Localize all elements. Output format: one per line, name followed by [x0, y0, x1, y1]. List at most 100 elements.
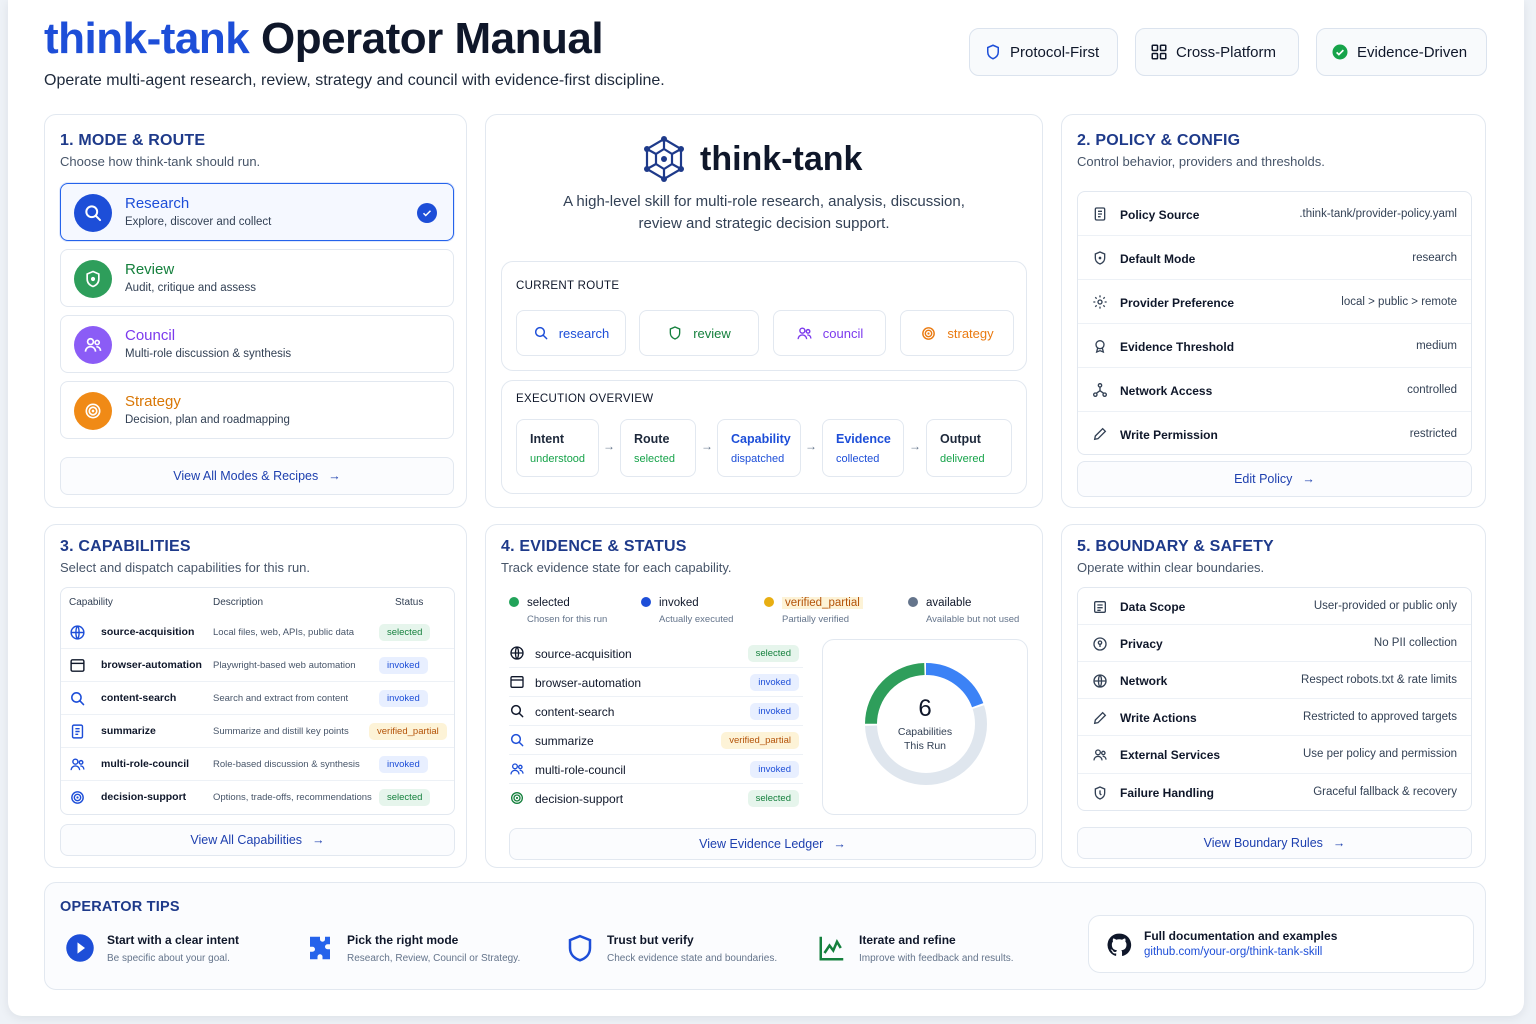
step-status: collected [836, 453, 880, 465]
boundary-row-failure-handling[interactable]: Failure Handling Graceful fallback & rec… [1078, 774, 1471, 812]
docs-link[interactable]: github.com/your-org/think-tank-skill [1144, 946, 1322, 958]
capabilities-donut-panel: 6 Capabilities This Run [822, 639, 1028, 815]
legend-sub: Available but not used [926, 614, 1020, 625]
policy-row-source[interactable]: Policy Source .think-tank/provider-polic… [1078, 192, 1471, 236]
mode-research[interactable]: Research Explore, discover and collect [60, 183, 454, 241]
tip-title: Start with a clear intent [107, 933, 240, 947]
pill-label: Cross-Platform [1176, 43, 1277, 61]
shield-icon [1094, 786, 1106, 800]
users-icon [797, 326, 812, 339]
list-item[interactable]: summarize verified_partial [509, 726, 803, 755]
table-row[interactable]: multi-role-council Role-based discussion… [61, 748, 454, 781]
tip-sub: Improve with feedback and results. [859, 953, 1014, 964]
table-row[interactable]: decision-support Options, trade-offs, re… [61, 781, 454, 814]
table-row[interactable]: summarize Summarize and distill key poin… [61, 715, 454, 748]
doc-icon [71, 724, 84, 739]
card-title: 4. EVIDENCE & STATUS [501, 538, 687, 555]
operator-tips-card: OPERATOR TIPS Start with a clear intent B… [44, 882, 1486, 990]
policy-row-default-mode[interactable]: Default Mode research [1078, 236, 1471, 280]
pill-protocol-first[interactable]: Protocol-First [969, 28, 1118, 76]
route-chip-review[interactable]: review [639, 310, 759, 356]
policy-label: Write Permission [1120, 428, 1218, 442]
table-row[interactable]: content-search Search and extract from c… [61, 682, 454, 715]
policy-row-provider[interactable]: Provider Preference local > public > rem… [1078, 280, 1471, 324]
grid-icon [1151, 44, 1167, 60]
step-status: selected [634, 453, 675, 465]
users-icon [70, 758, 85, 771]
tip-title: Pick the right mode [347, 933, 459, 947]
tip-sub: Be specific about your goal. [107, 953, 230, 964]
policy-row-write[interactable]: Write Permission restricted [1078, 412, 1471, 456]
policy-value: restricted [1409, 428, 1457, 440]
mode-name: Review [125, 261, 175, 278]
table-row[interactable]: browser-automation Playwright-based web … [61, 649, 454, 682]
globe-icon [70, 625, 85, 640]
route-chip-strategy[interactable]: strategy [900, 310, 1014, 356]
step-title: Route [634, 432, 670, 446]
docs-title: Full documentation and examples [1144, 929, 1338, 943]
privacy-icon [1093, 637, 1107, 651]
list-item[interactable]: browser-automation invoked [509, 668, 803, 697]
boundary-row-privacy[interactable]: Privacy No PII collection [1078, 625, 1471, 662]
view-all-modes-button[interactable]: View All Modes & Recipes → [60, 457, 454, 495]
list-item[interactable]: source-acquisition selected [509, 639, 803, 668]
evidence-name: content-search [535, 705, 615, 719]
view-all-capabilities-button[interactable]: View All Capabilities → [60, 824, 455, 856]
list-item[interactable]: content-search invoked [509, 697, 803, 726]
browser-icon [510, 676, 524, 688]
card-title: 5. BOUNDARY & SAFETY [1077, 538, 1274, 555]
capability-desc: Role-based discussion & synthesis [213, 759, 360, 770]
boundary-row-network[interactable]: Network Respect robots.txt & rate limits [1078, 662, 1471, 699]
pill-cross-platform[interactable]: Cross-Platform [1135, 28, 1299, 76]
edit-policy-button[interactable]: Edit Policy → [1077, 461, 1472, 497]
status-badge: verified_partial [369, 723, 447, 740]
policy-row-evidence-threshold[interactable]: Evidence Threshold medium [1078, 324, 1471, 368]
boundary-row-write-actions[interactable]: Write Actions Restricted to approved tar… [1078, 699, 1471, 736]
shield-icon [987, 44, 999, 60]
target-icon [511, 792, 523, 804]
pill-evidence-driven[interactable]: Evidence-Driven [1316, 28, 1487, 76]
route-chip-research[interactable]: research [516, 310, 626, 356]
arrow-right-icon: → [1332, 836, 1346, 850]
boundary-row-data-scope[interactable]: Data Scope User-provided or public only [1078, 588, 1471, 625]
tip-title: Trust but verify [607, 933, 694, 947]
step-intent: Intent understood [516, 419, 599, 477]
table-row[interactable]: source-acquisition Local files, web, API… [61, 616, 454, 649]
current-route-label: CURRENT ROUTE [516, 280, 620, 292]
users-icon [74, 326, 112, 364]
mode-strategy[interactable]: Strategy Decision, plan and roadmapping [60, 381, 454, 439]
mode-review[interactable]: Review Audit, critique and assess [60, 249, 454, 307]
policy-label: Default Mode [1120, 252, 1196, 266]
status-badge: invoked [750, 674, 799, 691]
link-label: View Boundary Rules [1203, 836, 1323, 850]
list-item[interactable]: multi-role-council invoked [509, 755, 803, 784]
status-badge: selected [747, 790, 799, 807]
route-chip-council[interactable]: council [773, 310, 886, 356]
tagline-line-2: review and strategic decision support. [638, 215, 890, 232]
current-route-panel: CURRENT ROUTE research review council st… [501, 261, 1027, 371]
check-circle-icon [1332, 44, 1348, 60]
target-icon [922, 326, 936, 340]
view-boundary-rules-button[interactable]: View Boundary Rules → [1077, 827, 1472, 859]
step-title: Intent [530, 432, 565, 446]
execution-overview-label: EXECUTION OVERVIEW [516, 393, 654, 405]
docs-link-box[interactable]: Full documentation and examples github.c… [1088, 915, 1474, 973]
tip-right-mode: Pick the right mode Research, Review, Cou… [305, 933, 520, 964]
file-icon [1094, 601, 1106, 613]
mode-council[interactable]: Council Multi-role discussion & synthesi… [60, 315, 454, 373]
evidence-name: multi-role-council [535, 763, 626, 777]
card-subtitle: Control behavior, providers and threshol… [1077, 154, 1325, 169]
chart-icon [819, 936, 844, 961]
legend-invoked: invoked Actually executed [641, 597, 733, 625]
status-badge: invoked [379, 657, 428, 674]
network-icon [1093, 383, 1107, 397]
card-subtitle: Track evidence state for each capability… [501, 560, 732, 575]
tip-clear-intent: Start with a clear intent Be specific abo… [65, 933, 239, 964]
list-item[interactable]: decision-support selected [509, 784, 803, 813]
boundary-row-external-services[interactable]: External Services Use per policy and per… [1078, 736, 1471, 774]
view-evidence-ledger-button[interactable]: View Evidence Ledger → [509, 828, 1036, 860]
card-title: 3. CAPABILITIES [60, 538, 191, 555]
policy-row-network[interactable]: Network Access controlled [1078, 368, 1471, 412]
capability-desc: Search and extract from content [213, 693, 349, 704]
arrow-right-icon: → [701, 439, 713, 453]
